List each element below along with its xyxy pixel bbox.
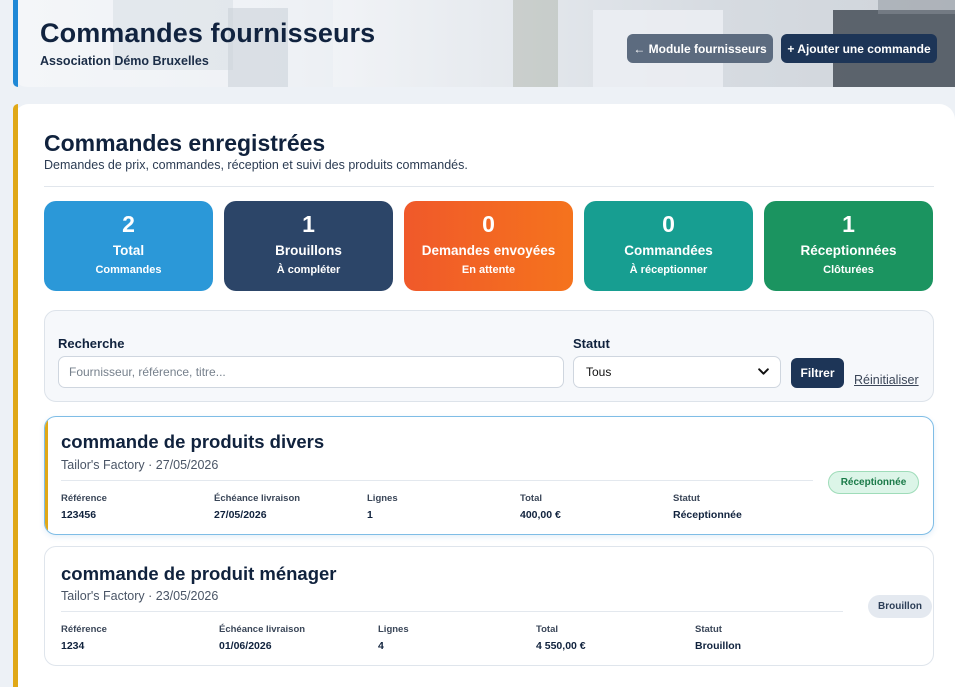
add-order-button[interactable]: + Ajouter une commande [781,34,937,63]
stat-sublabel: À réceptionner [629,264,708,276]
card-accent-bar [13,104,18,687]
lines-value: 1 [367,509,373,521]
organization-name: Association Démo Bruxelles [40,54,209,68]
order-title[interactable]: commande de produits divers [61,431,324,453]
stat-sublabel: À compléter [276,264,341,276]
due-date-value: 27/05/2026 [214,509,267,521]
section-subtitle: Demandes de prix, commandes, réception e… [44,158,468,172]
due-date-label: Échéance livraison [219,624,306,635]
order-meta: Tailor's Factory · 27/05/2026 [61,458,219,472]
back-to-suppliers-button[interactable]: ← Module fournisseurs [627,34,773,63]
lines-value: 4 [378,640,384,652]
status-field-label: Statut [695,624,722,635]
stat-label: Demandes envoyées [421,243,556,258]
reference-label: Référence [61,493,107,504]
stat-value: 2 [122,211,135,237]
lines-label: Lignes [367,493,398,504]
stat-requests-sent: 0 Demandes envoyées En attente [404,201,573,291]
stat-drafts: 1 Brouillons À compléter [224,201,393,291]
due-date-value: 01/06/2026 [219,640,272,652]
stat-ordered: 0 Commandées À réceptionner [584,201,753,291]
stat-total: 2 Total Commandes [44,201,213,291]
divider [44,186,934,187]
stat-value: 0 [662,211,675,237]
order-meta: Tailor's Factory · 23/05/2026 [61,589,219,603]
status-field-value: Réceptionnée [673,509,742,521]
total-value: 400,00 € [520,509,561,521]
header-background-image [513,0,558,87]
due-date-label: Échéance livraison [214,493,301,504]
order-card[interactable]: commande de produit ménager Tailor's Fac… [44,546,934,666]
page-title: Commandes fournisseurs [40,18,376,48]
lines-label: Lignes [378,624,409,635]
filter-panel: Recherche Statut Tous Filtrer Réinitiali… [44,310,934,402]
stat-label: Réceptionnées [800,243,897,258]
stat-label: Commandées [624,243,713,258]
reset-link[interactable]: Réinitialiser [854,373,919,387]
stat-value: 1 [842,211,855,237]
divider [61,611,843,612]
stat-value: 0 [482,211,495,237]
total-label: Total [520,493,542,504]
search-input[interactable] [58,356,564,388]
stat-sublabel: En attente [461,264,516,276]
stat-value: 1 [302,211,315,237]
order-title[interactable]: commande de produit ménager [61,563,337,585]
reference-label: Référence [61,624,107,635]
status-field-label: Statut [673,493,700,504]
order-card[interactable]: commande de produits divers Tailor's Fac… [44,416,934,535]
filter-button[interactable]: Filtrer [791,358,844,388]
status-badge: Réceptionnée [828,471,919,494]
search-label: Recherche [58,336,125,351]
status-select[interactable]: Tous [573,356,781,388]
section-title: Commandes enregistrées [44,130,326,156]
total-label: Total [536,624,558,635]
status-label: Statut [573,336,610,351]
header-accent-bar [13,0,18,87]
orders-card: Commandes enregistrées Demandes de prix,… [13,104,955,687]
divider [61,480,813,481]
stat-sublabel: Clôturées [823,264,874,276]
status-select-value: Tous [586,365,612,379]
stat-sublabel: Commandes [95,264,162,276]
reference-value: 1234 [61,640,85,652]
header-background-image [878,0,955,14]
status-field-value: Brouillon [695,640,742,652]
chevron-down-icon [758,368,769,375]
total-value: 4 550,00 € [536,640,586,652]
status-badge: Brouillon [868,595,932,618]
stat-received: 1 Réceptionnées Clôturées [764,201,933,291]
stat-label: Brouillons [275,243,342,258]
stat-label: Total [112,243,145,258]
reference-value: 123456 [61,509,97,521]
